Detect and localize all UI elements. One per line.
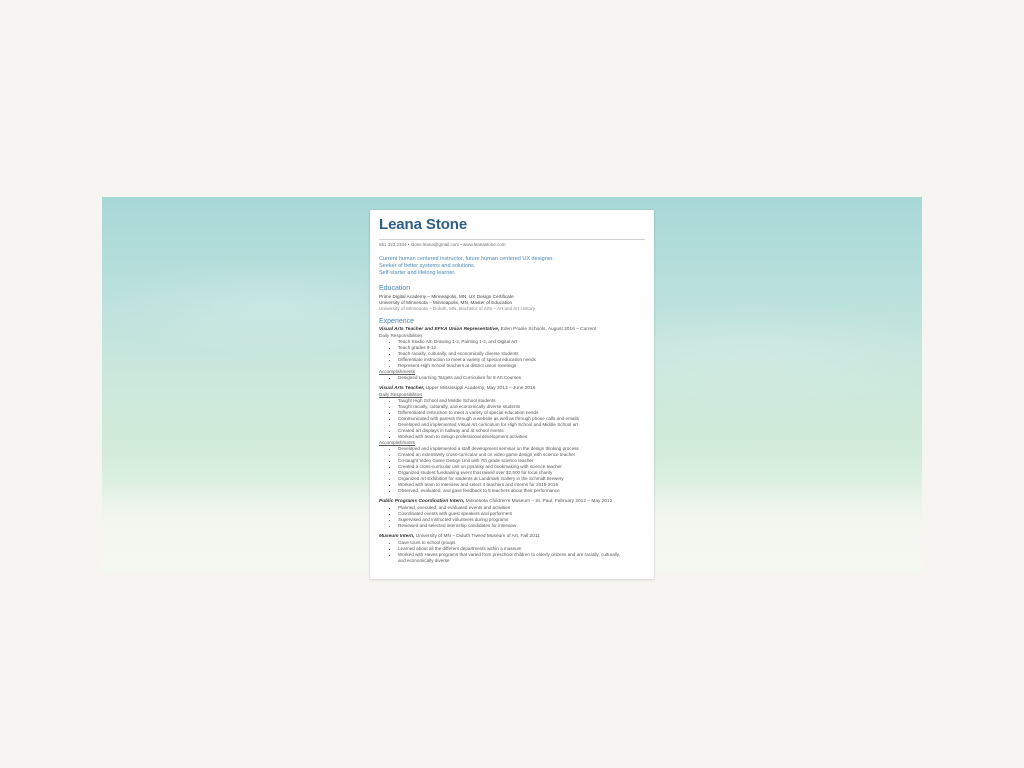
summary-line: Seeker of better systems and solutions. bbox=[379, 263, 476, 269]
education-heading: Education bbox=[379, 285, 411, 292]
job-entry: Museum Intern, University of MN – Duluth… bbox=[379, 534, 645, 564]
education-line: University of Minnesota – Duluth, MN, Ba… bbox=[379, 305, 536, 311]
experience-section: Experience Visual Arts Teacher and EFKA … bbox=[379, 318, 645, 563]
summary-line: Current human centered instructor, futur… bbox=[379, 256, 554, 262]
job-organization: Eden Prairie Schools, August 2016 – Curr… bbox=[499, 327, 597, 333]
summary-section: Current human centered instructor, futur… bbox=[379, 256, 645, 277]
experience-heading: Experience bbox=[379, 318, 415, 326]
job-organization: Upper Mississippi Academy, May 2013 – Ju… bbox=[424, 385, 536, 391]
list-item: and economically diverse bbox=[398, 557, 450, 563]
job-entry: Visual Arts Teacher, Upper Mississippi A… bbox=[379, 386, 645, 494]
job-entry: Visual Arts Teacher and EFKA Union Repre… bbox=[379, 327, 645, 381]
job-title: Public Programs Coordination Intern, Min… bbox=[379, 499, 645, 505]
list-item: Reviewed and selected internship candida… bbox=[398, 523, 645, 529]
resume-name: Leana Stone bbox=[379, 216, 468, 233]
summary-line: Self-starter and lifelong learner. bbox=[379, 270, 456, 276]
job-organization: University of MN – Duluth Tweed Museum o… bbox=[414, 533, 540, 539]
job-role: Visual Arts Teacher and EFKA Union Repre… bbox=[379, 327, 500, 333]
responsibilities-list: Gave tours to school groups Learned abou… bbox=[379, 540, 645, 564]
responsibilities-list: Taught High School and Middle School stu… bbox=[379, 398, 645, 440]
list-item: Designed Learning Targets and Curriculum… bbox=[398, 375, 645, 381]
list-item: Observed, evaluated, and gave feedback t… bbox=[398, 488, 645, 494]
list-item: Worked with Haves programs that varied f… bbox=[398, 552, 645, 558]
job-entry: Public Programs Coordination Intern, Min… bbox=[379, 499, 645, 529]
responsibilities-list: Teach Studio Art, Drawing 1-2, Painting … bbox=[379, 339, 645, 369]
contact-line: 651.323.2334 • stone.leana@gmail.com • w… bbox=[379, 242, 506, 247]
responsibilities-list: Planned, executed, and evaluated events … bbox=[379, 505, 645, 529]
job-role: Museum Intern, bbox=[379, 533, 415, 539]
job-organization: Minnesota Children's Museum – St. Paul, … bbox=[464, 498, 613, 504]
accomplishments-list: Developed and implemented a staff develo… bbox=[379, 446, 645, 494]
accomplishments-list: Designed Learning Targets and Curriculum… bbox=[379, 375, 645, 381]
education-section: Education Prime Digital Academy – Minnea… bbox=[379, 285, 645, 311]
job-role: Public Programs Coordination Intern, bbox=[379, 498, 465, 504]
header-divider bbox=[379, 239, 645, 240]
job-role: Visual Arts Teacher, bbox=[379, 385, 425, 391]
resume-page: Leana Stone 651.323.2334 • stone.leana@g… bbox=[370, 210, 654, 579]
